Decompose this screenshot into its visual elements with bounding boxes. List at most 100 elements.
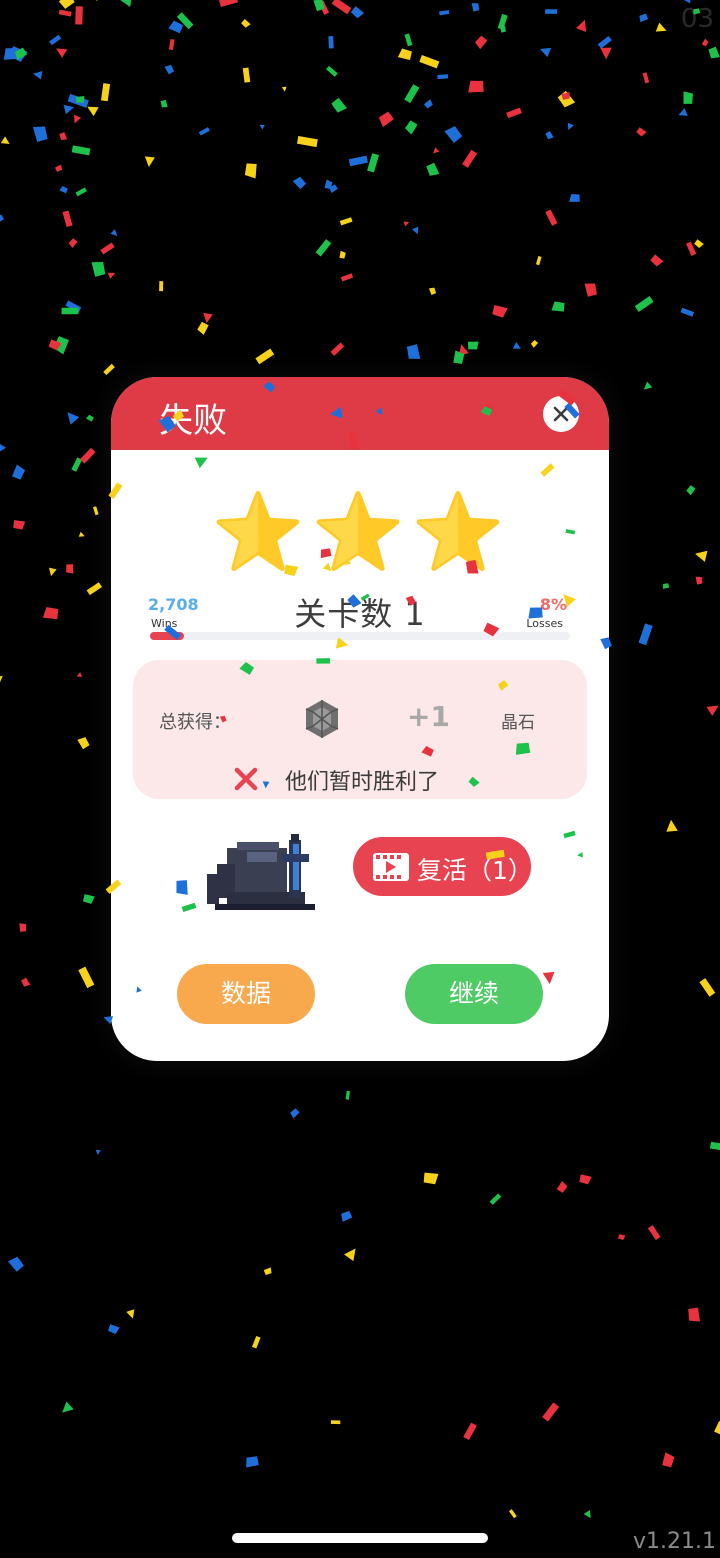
confetti-piece [706, 705, 719, 717]
confetti-piece [3, 48, 20, 60]
confetti-piece [497, 13, 508, 30]
confetti-piece [506, 107, 522, 119]
confetti-piece [95, 1149, 101, 1155]
confetti-piece [87, 106, 99, 117]
confetti-piece [0, 136, 10, 145]
confetti-piece [203, 312, 213, 324]
confetti-piece [709, 1141, 720, 1152]
confetti-piece [367, 153, 380, 173]
revive-button[interactable]: 复活（1） [353, 837, 533, 896]
confetti-piece [58, 0, 75, 9]
confetti-piece [508, 1509, 517, 1519]
confetti-piece [33, 71, 43, 80]
confetti-piece [686, 241, 697, 256]
confetti-piece [32, 126, 48, 143]
confetti-piece [63, 104, 75, 115]
confetti-piece [53, 336, 70, 355]
confetti-piece [545, 9, 558, 14]
confetti-piece [636, 127, 647, 137]
close-button[interactable] [543, 396, 579, 432]
confetti-piece [412, 226, 419, 235]
confetti-piece [75, 6, 83, 25]
confetti-piece [331, 0, 352, 15]
confetti-piece [567, 122, 574, 131]
confetti-piece [428, 287, 437, 296]
reward-currency: 晶石 [501, 713, 535, 733]
confetti-piece [404, 84, 420, 104]
confetti-piece [91, 0, 106, 1]
confetti-piece [61, 307, 79, 315]
confetti-piece [164, 64, 175, 75]
confetti-piece [21, 977, 31, 987]
confetti-piece [12, 464, 26, 480]
continue-button[interactable]: 继续 [405, 964, 543, 1024]
confetti-piece [77, 737, 90, 750]
gem-icon [305, 700, 339, 738]
confetti-piece [246, 1456, 259, 1468]
progress-fill [150, 632, 184, 640]
confetti-piece [110, 229, 118, 236]
confetti-piece [91, 262, 106, 277]
confetti-piece [59, 186, 68, 194]
confetti-piece [584, 283, 597, 297]
confetti-piece [107, 272, 116, 279]
win-loss-progress [150, 632, 570, 640]
character-sprite [207, 834, 315, 910]
confetti-piece [168, 39, 175, 51]
confetti-piece [67, 93, 89, 108]
confetti-piece [68, 238, 78, 248]
confetti-piece [9, 46, 28, 62]
confetti-piece [144, 156, 155, 167]
star-rating [215, 490, 505, 571]
confetti-piece [315, 239, 332, 257]
confetti-piece [108, 1324, 120, 1334]
confetti-piece [48, 339, 62, 351]
confetti-piece [341, 1210, 353, 1222]
confetti-piece [93, 506, 99, 516]
home-indicator[interactable] [232, 1533, 488, 1543]
confetti-piece [618, 1234, 626, 1241]
star-icon [216, 491, 300, 571]
confetti-piece [642, 72, 650, 84]
confetti-piece [76, 96, 85, 103]
confetti-piece [58, 9, 72, 17]
confetti-piece [242, 67, 251, 83]
data-button[interactable]: 数据 [177, 964, 315, 1024]
confetti-piece [0, 442, 7, 454]
confetti-piece [556, 1180, 568, 1193]
confetti-piece [467, 341, 479, 350]
confetti-piece [82, 894, 95, 904]
confetti-piece [499, 26, 506, 33]
confetti-piece [103, 363, 115, 376]
confetti-piece [683, 0, 691, 4]
confetti-piece [545, 209, 558, 226]
confetti-piece [329, 184, 338, 194]
confetti-piece [290, 1108, 300, 1119]
confetti-piece [404, 33, 413, 47]
confetti-piece [551, 301, 565, 312]
confetti-piece [160, 99, 168, 108]
confetti-piece [259, 124, 265, 130]
confetti-piece [575, 19, 587, 33]
confetti-piece [176, 12, 194, 30]
confetti-piece [281, 86, 287, 92]
confetti-piece [49, 34, 62, 46]
confetti-piece [561, 92, 570, 100]
confetti-piece [330, 1420, 341, 1425]
confetti-piece [197, 321, 209, 335]
confetti-piece [569, 194, 580, 202]
confetti-piece [75, 187, 87, 197]
losses-percent: 8% [539, 595, 567, 614]
confetti-piece [67, 412, 80, 425]
confetti-piece [663, 583, 670, 589]
confetti-piece [639, 13, 649, 23]
confetti-piece [597, 35, 612, 49]
confetti-piece [650, 254, 664, 267]
confetti-piece [439, 10, 450, 16]
confetti-piece [79, 447, 96, 464]
confetti-piece [318, 0, 330, 15]
confetti-piece [62, 210, 73, 228]
confetti-piece [600, 47, 612, 60]
confetti-piece [126, 1309, 135, 1319]
confetti-piece [458, 344, 469, 356]
